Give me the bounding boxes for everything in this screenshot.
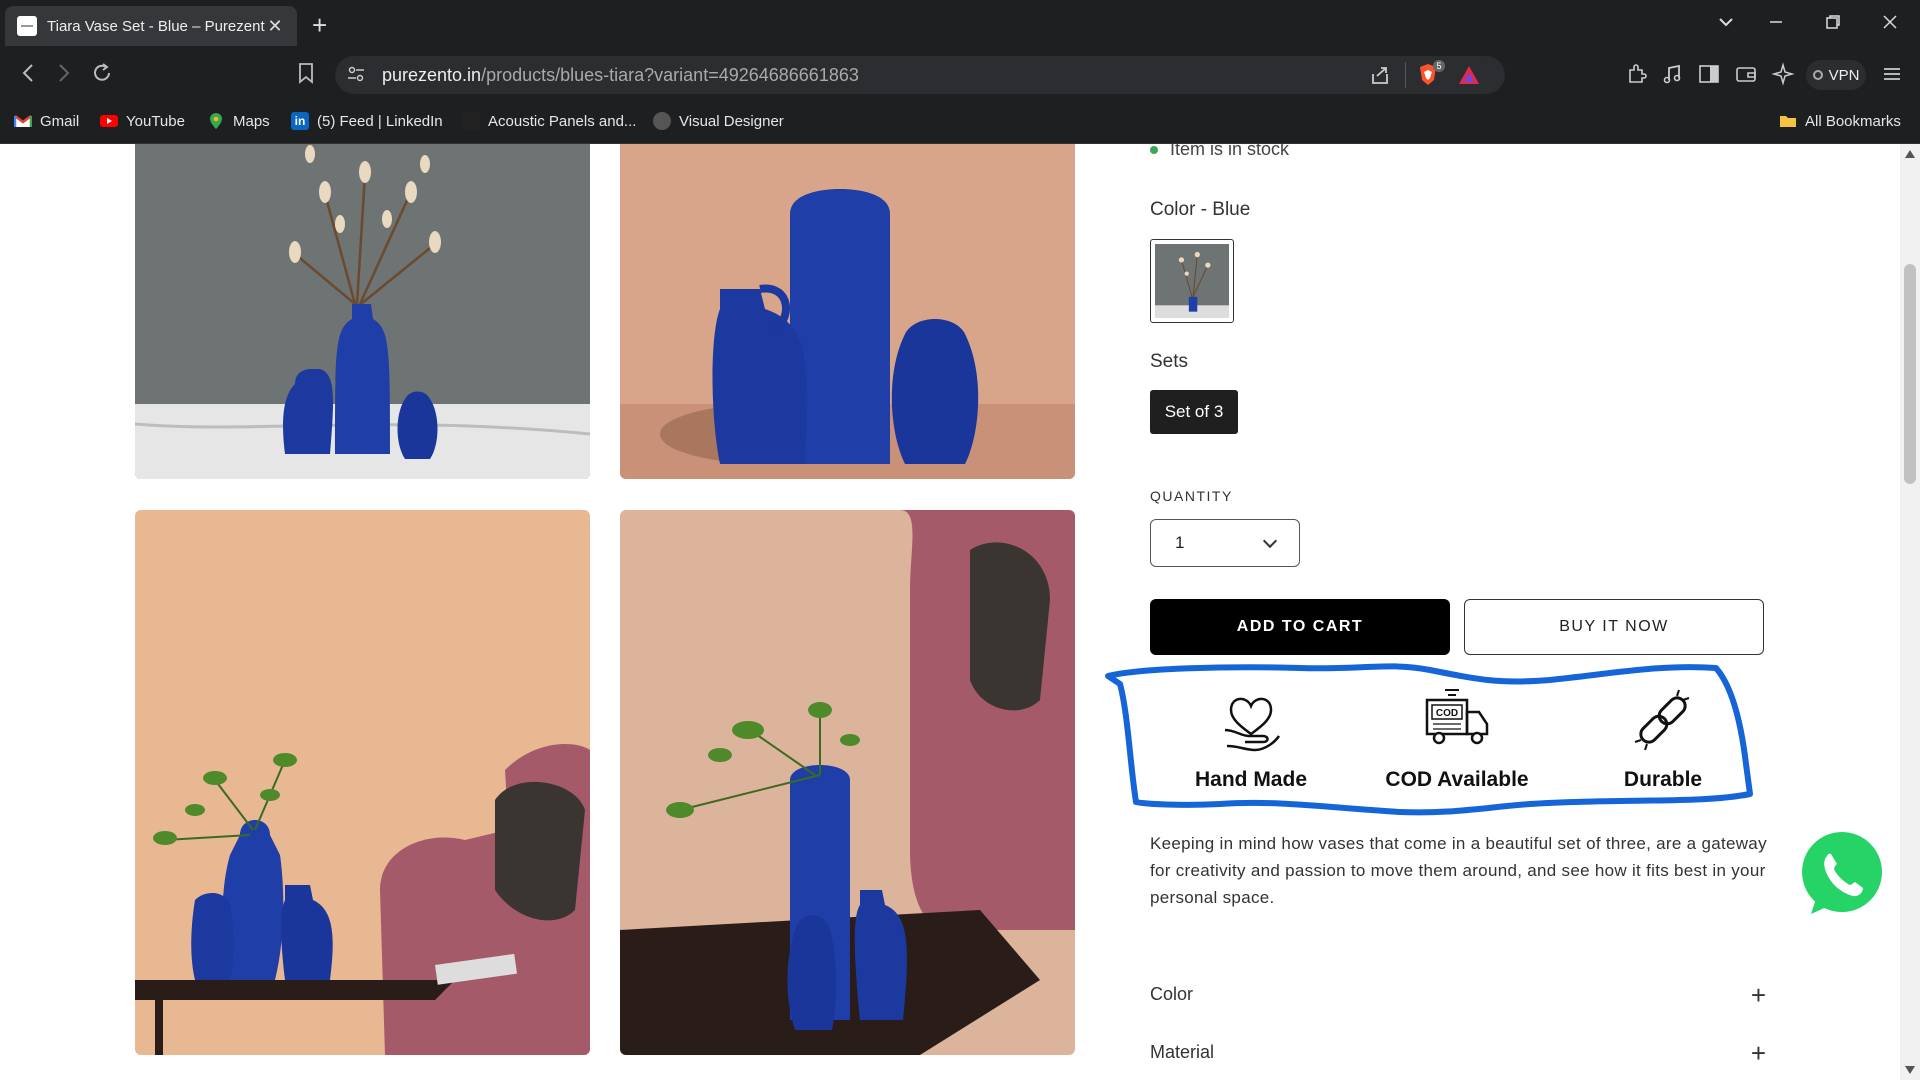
- accordion-label: Material: [1150, 1042, 1215, 1062]
- in-stock-dot-icon: [1150, 145, 1158, 154]
- chevron-down-icon: [1262, 533, 1278, 549]
- brave-rewards-icon[interactable]: [1457, 64, 1481, 86]
- accordion-color[interactable]: Color +: [1150, 980, 1766, 1010]
- plus-icon[interactable]: +: [1751, 980, 1766, 1011]
- designer-icon: [653, 112, 671, 130]
- product-description: Keeping in mind how vases that come in a…: [1150, 834, 1767, 907]
- forward-icon[interactable]: [54, 61, 74, 91]
- browser-tab[interactable]: Tiara Vase Set - Blue – Purezento ✕: [5, 6, 297, 46]
- accordion-material[interactable]: Material +: [1150, 1038, 1766, 1068]
- address-bar[interactable]: purezento.in/products/blues-tiara?varian…: [335, 56, 1505, 94]
- new-tab-button[interactable]: +: [312, 12, 327, 38]
- shields-count-badge: 5: [1433, 60, 1445, 72]
- vpn-button[interactable]: VPN: [1806, 60, 1866, 90]
- scroll-up-icon[interactable]: [1905, 150, 1915, 158]
- bookmark-label: Acoustic Panels and...: [488, 112, 637, 130]
- back-icon[interactable]: [18, 61, 38, 91]
- color-swatch-blue[interactable]: [1150, 239, 1234, 323]
- page-scrollbar[interactable]: [1900, 144, 1920, 1080]
- address-toolbar: purezento.in/products/blues-tiara?varian…: [0, 50, 1920, 100]
- sets-label: Sets: [1150, 351, 1189, 372]
- tab-title: Tiara Vase Set - Blue – Purezento: [47, 17, 265, 35]
- bookmark-label: YouTube: [126, 112, 185, 130]
- extensions-icon[interactable]: [1624, 62, 1648, 86]
- stock-status: Item is in stock: [1150, 144, 1289, 160]
- bookmark-label: Maps: [233, 112, 270, 130]
- quantity-value: 1: [1175, 533, 1185, 552]
- bookmark-label: Gmail: [40, 112, 80, 130]
- color-label: Color - Blue: [1150, 199, 1251, 220]
- folder-icon: [1780, 116, 1796, 127]
- scrollbar-thumb[interactable]: [1904, 264, 1916, 484]
- stock-text: Item is in stock: [1170, 144, 1290, 159]
- bookmark-visual-designer[interactable]: Visual Designer: [653, 112, 784, 130]
- set-option-selected[interactable]: Set of 3: [1150, 390, 1238, 434]
- divider: [1405, 62, 1406, 88]
- wallet-icon[interactable]: [1734, 62, 1758, 86]
- reload-icon[interactable]: [90, 61, 114, 91]
- gmail-icon: [14, 115, 32, 127]
- share-icon[interactable]: [1369, 64, 1391, 86]
- leo-ai-icon[interactable]: [1771, 62, 1795, 86]
- bookmark-label: Visual Designer: [679, 112, 784, 130]
- add-to-cart-button[interactable]: ADD TO CART: [1150, 599, 1450, 655]
- vpn-status-icon: [1812, 70, 1823, 80]
- close-tab-icon[interactable]: ✕: [265, 16, 285, 37]
- swatch-thumbnail: [1155, 244, 1229, 318]
- bookmark-acoustic-panels[interactable]: Acoustic Panels and...: [462, 112, 636, 130]
- bookmark-maps[interactable]: Maps: [207, 112, 270, 130]
- bookmark-icon[interactable]: [296, 61, 316, 91]
- sidebar-toggle-icon[interactable]: [1697, 62, 1721, 86]
- media-music-icon[interactable]: [1660, 62, 1684, 86]
- product-image-4[interactable]: [620, 510, 1075, 1055]
- site-favicon-icon: [17, 16, 37, 36]
- page-icon: [462, 112, 480, 130]
- menu-hamburger-icon[interactable]: [1880, 62, 1904, 86]
- product-image-1[interactable]: [135, 144, 590, 479]
- all-bookmarks-label: All Bookmarks: [1805, 112, 1901, 130]
- quantity-select[interactable]: 1: [1150, 519, 1300, 567]
- accordion-label: Color: [1150, 984, 1194, 1004]
- linkedin-icon: in: [291, 112, 309, 130]
- bookmark-youtube[interactable]: YouTube: [100, 112, 185, 130]
- product-image-3[interactable]: [135, 510, 590, 1055]
- product-image-2[interactable]: [620, 144, 1075, 479]
- all-bookmarks[interactable]: All Bookmarks: [1779, 112, 1901, 130]
- site-settings-icon[interactable]: [347, 65, 365, 83]
- bookmark-gmail[interactable]: Gmail: [14, 112, 79, 130]
- youtube-icon: [100, 115, 118, 127]
- bookmark-label: (5) Feed | LinkedIn: [317, 112, 443, 130]
- quantity-label: QUANTITY: [1150, 488, 1233, 504]
- restore-icon[interactable]: [1825, 14, 1841, 35]
- vpn-label: VPN: [1828, 66, 1860, 84]
- url-text[interactable]: purezento.in/products/blues-tiara?varian…: [382, 65, 859, 86]
- minimize-icon[interactable]: [1768, 14, 1784, 35]
- buy-it-now-button[interactable]: BUY IT NOW: [1464, 599, 1764, 655]
- scroll-down-icon[interactable]: [1905, 1066, 1915, 1074]
- bookmarks-bar: Gmail YouTube Maps in (5) Feed | LinkedI…: [0, 100, 1920, 144]
- product-page: Item is in stock Color - Blue Sets Set o…: [0, 144, 1900, 1080]
- plus-icon[interactable]: +: [1751, 1038, 1766, 1069]
- tab-strip: Tiara Vase Set - Blue – Purezento ✕ +: [0, 0, 1920, 50]
- whatsapp-icon[interactable]: [1793, 826, 1891, 924]
- tab-search-chevron-icon[interactable]: [1718, 14, 1734, 35]
- close-window-icon[interactable]: [1882, 14, 1898, 35]
- hand-drawn-highlight: [1105, 663, 1753, 816]
- bookmark-linkedin[interactable]: in (5) Feed | LinkedIn: [291, 112, 443, 130]
- maps-icon: [210, 113, 222, 129]
